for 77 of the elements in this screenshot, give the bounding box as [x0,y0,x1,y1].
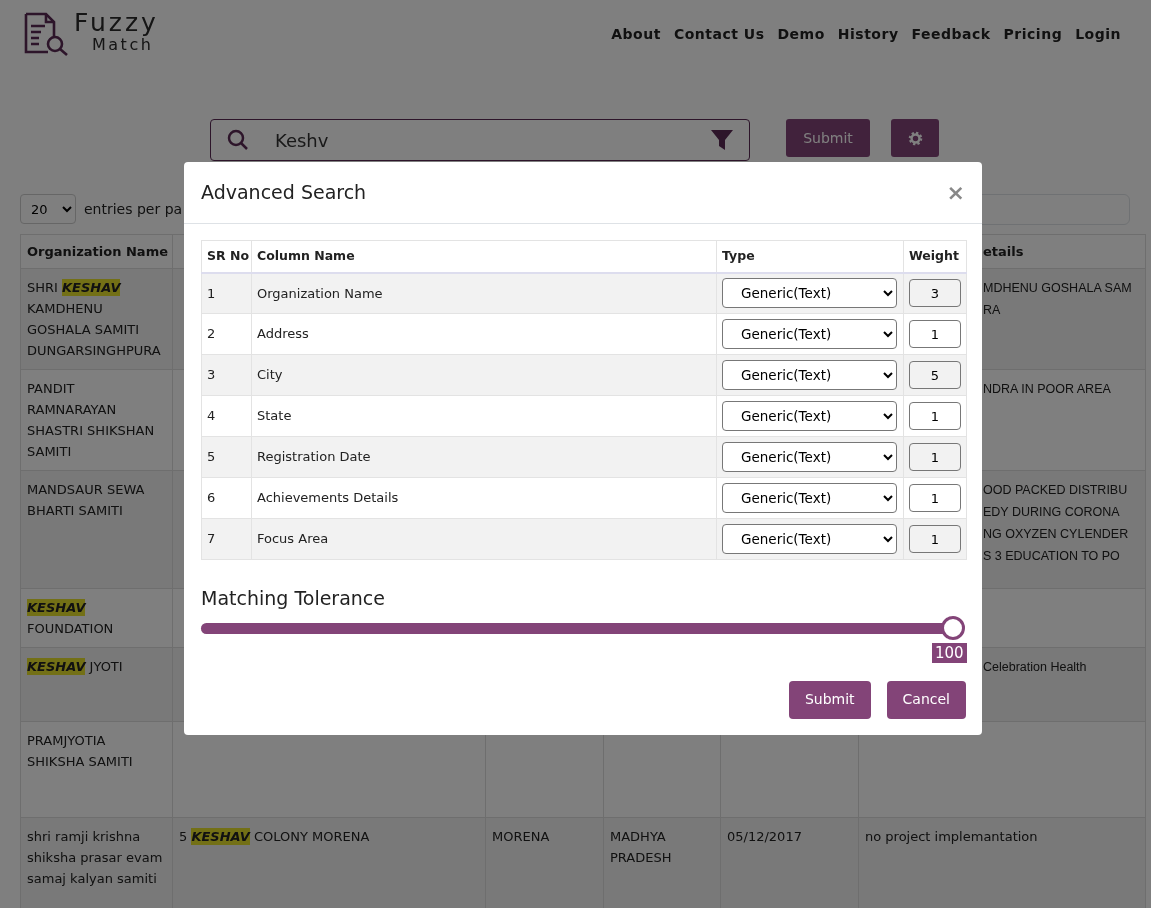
slider-thumb[interactable] [941,615,965,640]
type-select[interactable]: Generic(Text) [722,483,897,513]
nav-link[interactable]: Contact Us [673,24,765,70]
table-cell-text: no project implemantation [865,828,1039,846]
tolerance-value: 100 [932,642,967,663]
weight-field[interactable]: 1 [909,402,961,430]
table-cell-text: PANDIT RAMNARAYAN SHASTRI SHIKSHAN SAMITI [27,380,156,461]
table-cell: 7 [207,531,216,547]
weight-field[interactable]: 5 [909,361,961,389]
table-cell-text: RA [983,302,1001,319]
table-cell-text: Celebration Health [983,659,1087,676]
column-header[interactable]: etails [983,244,1024,259]
entries-label: entries per pa [84,199,183,219]
search-bar[interactable]: Keshv [210,119,750,161]
weight-field[interactable]: 1 [909,320,961,348]
column-header: Column Name [257,247,355,263]
table-cell: 3 [207,367,216,383]
table-cell-text: 05/12/2017 [727,828,803,846]
settings-button[interactable] [891,119,939,157]
table-cell: 5 [207,449,216,465]
table-cell-text: MANDSAUR SEWA BHARTI SAMITI [27,481,146,520]
nav-link[interactable]: Pricing [1003,24,1063,70]
type-select[interactable]: Generic(Text) [722,360,897,390]
table-cell-text: MADHYA PRADESH [610,828,673,867]
nav-link[interactable]: Demo [777,24,825,70]
table-cell: City [257,367,283,383]
table-cell: 4 [207,408,216,424]
search-input[interactable]: Keshv [273,125,697,155]
submit-button[interactable]: Submit [786,119,870,157]
weight-field[interactable]: 3 [909,279,961,308]
type-select[interactable]: Generic(Text) [722,278,897,309]
tolerance-label: Matching Tolerance [201,586,386,611]
table-cell-text: PRAMJYOTIA SHIKSHA SAMITI [27,732,134,771]
logo-subtext: Match [92,36,154,54]
nav-link[interactable]: Feedback [911,24,991,70]
table-cell-text: 5 KESHAV COLONY MORENA [179,827,371,847]
dialog-title: Advanced Search [201,181,367,204]
table-cell: 1 [207,285,216,301]
column-header: Weight [909,247,959,263]
column-header: SR No [207,247,250,263]
table-cell: Registration Date [257,449,371,465]
table-cell-text: S 3 EDUCATION TO PO [983,548,1120,565]
logo-text: Fuzzy [74,10,159,36]
nav-link[interactable]: History [837,24,899,70]
table-cell: Organization Name [257,285,383,301]
weight-field[interactable]: 1 [909,525,961,553]
nav-link[interactable]: About [611,24,661,70]
type-select[interactable]: Generic(Text) [722,319,897,349]
type-select[interactable]: Generic(Text) [722,442,897,472]
column-header: Type [722,247,755,263]
tolerance-slider[interactable] [201,615,965,641]
weight-field[interactable]: 1 [909,484,961,512]
submit-button[interactable]: Submit [788,680,871,719]
cancel-button[interactable]: Cancel [886,680,966,719]
document-search-logo-icon [22,10,70,56]
table-cell-text: NG OXYZEN CYLENDER [983,526,1129,543]
table-cell-text: MDHENU GOSHALA SAM [983,280,1132,297]
weight-field[interactable]: 1 [909,443,961,471]
table-cell-text: EDY DURING CORONA [983,504,1120,521]
table-cell: Address [257,326,309,342]
type-select[interactable]: Generic(Text) [722,401,897,431]
table-cell-text: OOD PACKED DISTRIBU [983,482,1128,499]
table-cell-text: MORENA [492,828,551,846]
table-cell: Focus Area [257,531,329,547]
search-icon [227,129,249,151]
table-cell-text: shri ramji krishna shiksha prasar evam samaj kalyan samiti [27,828,164,888]
table-cell: 6 [207,490,216,506]
close-button[interactable]: × [946,181,965,204]
table-cell-text: NDRA IN POOR AREA [983,381,1111,398]
entries-select[interactable]: 20 [20,194,76,224]
table-cell: State [257,408,292,424]
type-select[interactable]: Generic(Text) [722,524,897,554]
table-cell: 2 [207,326,216,342]
filter-icon[interactable] [711,130,733,150]
settings-icon [907,130,923,146]
table-cell: Achievements Details [257,490,399,506]
nav-link[interactable]: Login [1075,24,1121,70]
